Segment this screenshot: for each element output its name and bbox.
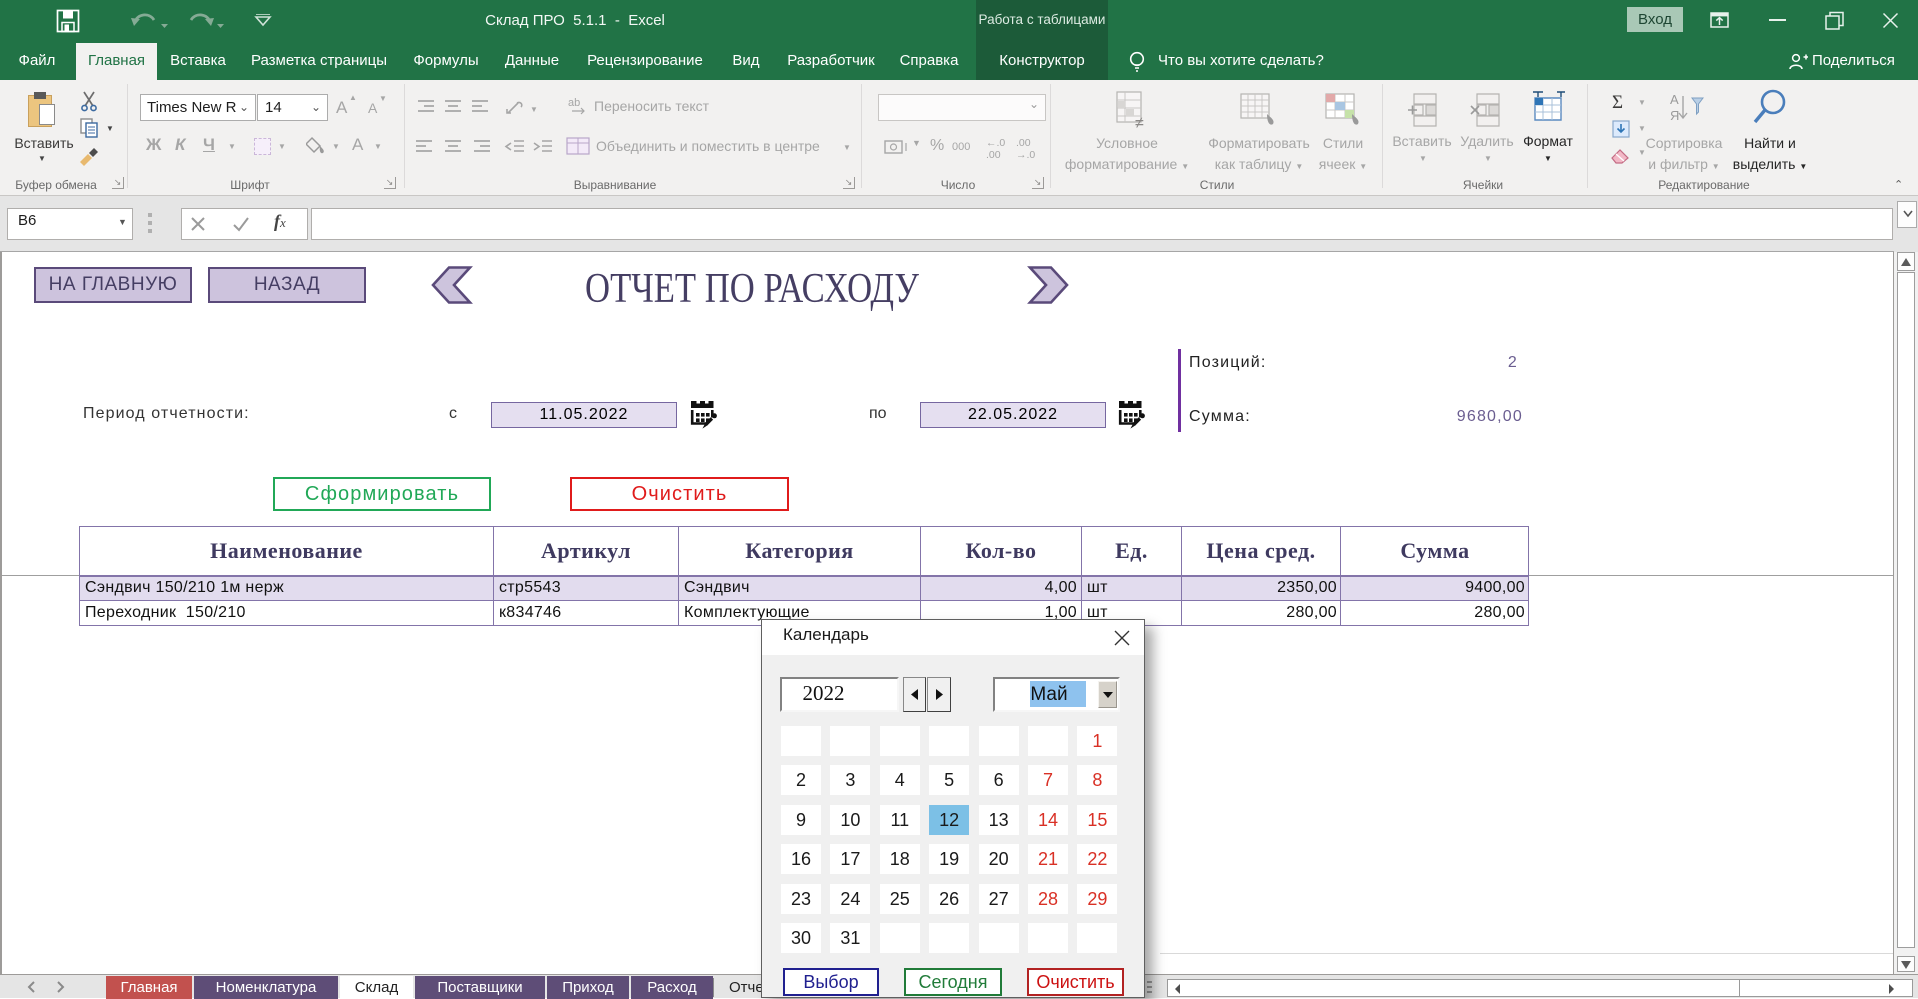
svg-text:Я: Я — [1670, 108, 1679, 123]
svg-text:А: А — [1670, 92, 1679, 107]
svg-text:≠: ≠ — [1135, 115, 1144, 130]
svg-text:ab: ab — [568, 97, 580, 109]
